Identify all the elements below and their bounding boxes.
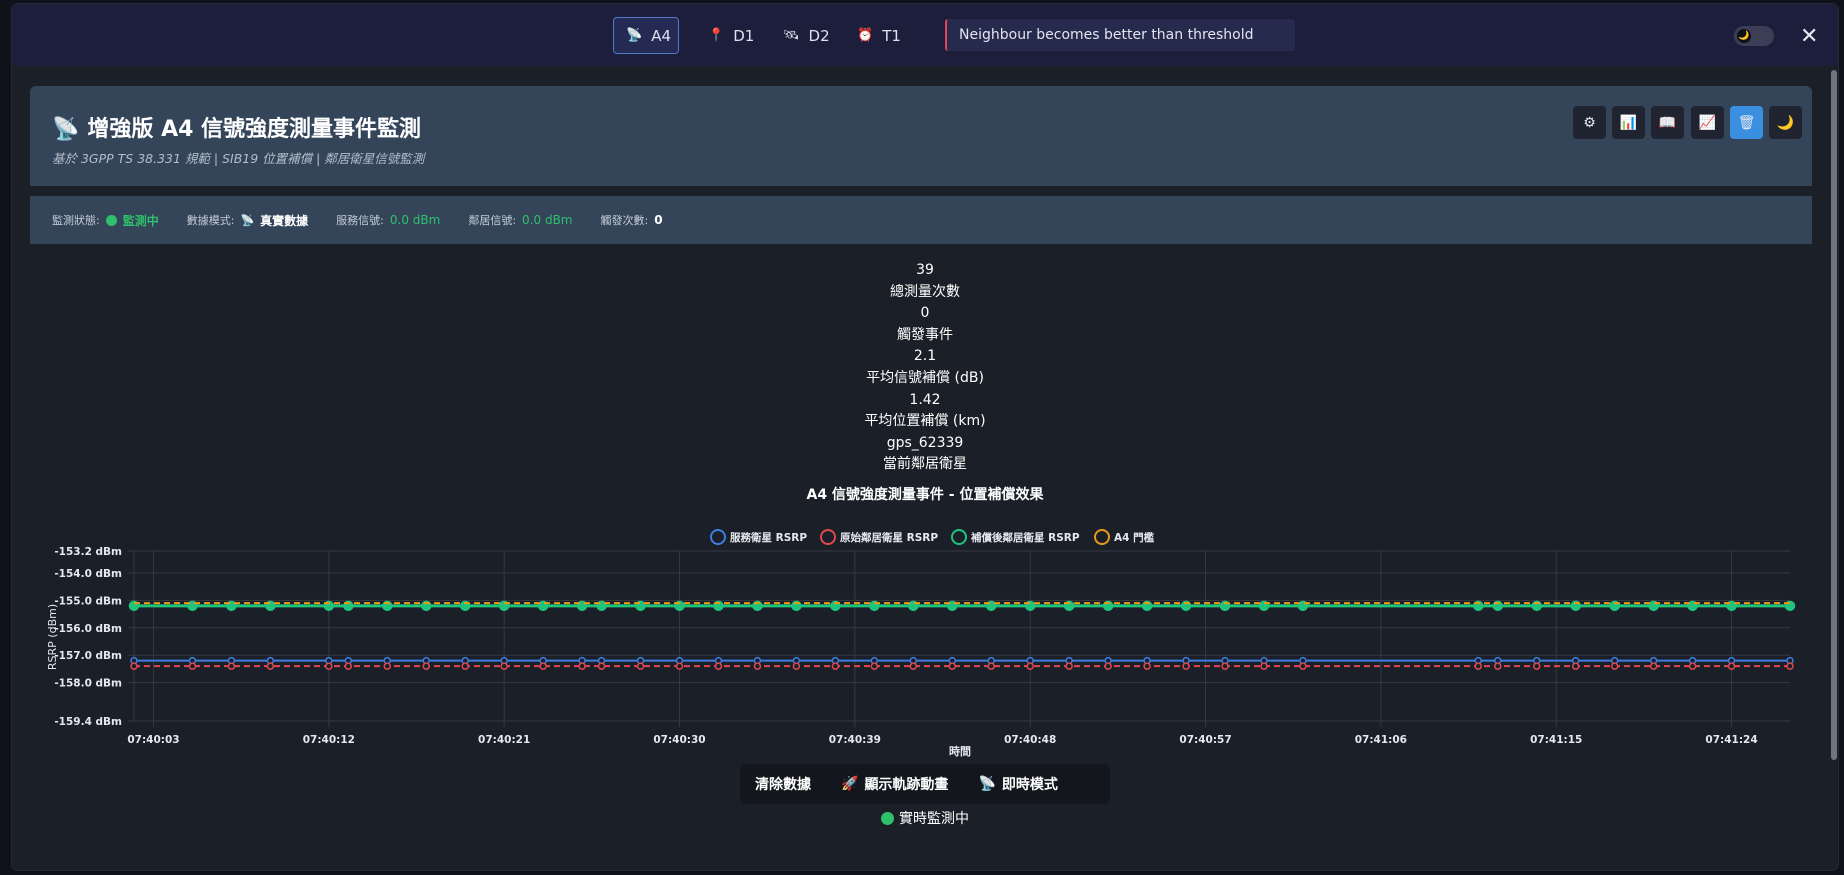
- data-point: [714, 662, 723, 670]
- y-tick-label: -155.0 dBm: [54, 595, 122, 607]
- legend-label: A4 門檻: [1114, 531, 1155, 544]
- data-point: [1688, 662, 1697, 670]
- data-point: [383, 662, 392, 670]
- data-point: [227, 662, 236, 670]
- x-tick-label: 07:41:24: [1705, 734, 1757, 746]
- clear-data-label: 清除數據: [755, 777, 811, 793]
- live-status-text: 實時監測中: [899, 811, 969, 827]
- data-point: [1260, 662, 1268, 670]
- y-tick-label: -159.4 dBm: [54, 716, 122, 728]
- show-trajectory-label: 顯示軌跡動畫: [864, 777, 949, 793]
- data-point: [500, 662, 508, 670]
- data-point: [597, 662, 606, 670]
- data-point: [870, 662, 879, 670]
- clear-data-button[interactable]: 清除數據: [740, 774, 826, 794]
- data-point: [909, 662, 918, 670]
- data-point: [636, 662, 645, 670]
- data-point: [1571, 662, 1580, 670]
- x-tick-label: 07:40:21: [478, 734, 530, 746]
- legend-marker: [1094, 529, 1110, 545]
- data-point: [948, 662, 957, 670]
- y-tick-label: -158.0 dBm: [54, 678, 122, 690]
- scrollbar[interactable]: [1831, 70, 1837, 760]
- data-point: [1727, 662, 1736, 670]
- data-point: [578, 662, 586, 670]
- legend-label: 原始鄰居衛星 RSRP: [840, 531, 938, 544]
- data-point: [130, 662, 138, 670]
- data-point: [1065, 662, 1073, 670]
- data-point: [753, 662, 762, 670]
- satellite-icon: 📡: [978, 776, 996, 792]
- legend-label: 服務衛星 RSRP: [730, 531, 807, 544]
- legend-marker: [820, 529, 836, 545]
- data-point: [1299, 662, 1307, 670]
- data-point: [1143, 662, 1151, 670]
- x-tick-label: 07:40:30: [653, 734, 705, 746]
- data-point: [188, 662, 197, 670]
- live-status: 實時監測中: [12, 808, 1838, 828]
- rsrp-chart: 服務衛星 RSRP 原始鄰居衛星 RSRP 補償後鄰居衛星 RSRP A4 門檻 -1…: [46, 529, 1796, 758]
- legend-label: 補償後鄰居衛星 RSRP: [970, 531, 1080, 544]
- chart-series: [128, 600, 1796, 670]
- data-point: [1474, 662, 1483, 670]
- data-point: [675, 662, 684, 670]
- x-tick-label: 07:40:39: [829, 734, 881, 746]
- data-point: [461, 662, 469, 670]
- chart-controls: 清除數據 🚀 顯示軌跡動畫 📡 即時模式: [740, 764, 1110, 804]
- x-tick-label: 07:40:48: [1004, 734, 1056, 746]
- event-modal: 📡 A4 📍 D1 🛰 D2 ⏰ T1 Neighbour becomes be…: [12, 4, 1838, 870]
- chart-grid: [128, 550, 1790, 727]
- data-point: [1104, 662, 1112, 670]
- data-point: [1221, 662, 1229, 670]
- data-point: [1494, 662, 1502, 670]
- realtime-mode-label: 即時模式: [1001, 777, 1058, 793]
- data-point: [1532, 662, 1541, 670]
- realtime-mode-button[interactable]: 📡 即時模式: [963, 774, 1072, 794]
- rocket-icon: 🚀: [841, 776, 859, 792]
- data-point: [987, 662, 995, 670]
- data-point: [831, 662, 840, 670]
- y-tick-label: -153.2 dBm: [54, 546, 122, 558]
- data-point: [325, 662, 333, 670]
- data-point: [792, 662, 801, 670]
- data-point: [1786, 662, 1794, 670]
- x-tick-label: 07:41:06: [1355, 734, 1407, 746]
- x-tick-label: 07:40:12: [303, 734, 355, 746]
- legend-marker: [951, 529, 967, 545]
- legend-marker: [710, 529, 726, 545]
- y-tick-label: -154.0 dBm: [54, 568, 122, 580]
- data-point: [1026, 662, 1034, 670]
- data-point: [422, 662, 430, 670]
- x-axis: 07:40:03 07:40:12 07:40:21 07:40:30 07:40:39…: [127, 734, 1757, 746]
- data-point: [1649, 662, 1658, 670]
- x-axis-label: 時間: [949, 744, 971, 758]
- x-tick-label: 07:40:57: [1179, 734, 1231, 746]
- x-tick-label: 07:41:15: [1530, 734, 1582, 746]
- y-tick-label: -157.0 dBm: [54, 650, 122, 662]
- chart-legend: 服務衛星 RSRP 原始鄰居衛星 RSRP 補償後鄰居衛星 RSRP A4 門檻: [710, 529, 1155, 545]
- data-point: [1182, 662, 1190, 670]
- y-axis: -153.2 dBm -154.0 dBm -155.0 dBm -156.0 dBm…: [54, 546, 122, 728]
- data-point: [266, 662, 275, 670]
- live-dot-icon: [881, 812, 894, 825]
- data-point: [539, 662, 547, 670]
- y-axis-label: RSRP (dBm): [46, 604, 59, 670]
- data-point: [1610, 662, 1619, 670]
- data-point: [344, 662, 353, 670]
- x-tick-label: 07:40:03: [127, 734, 179, 746]
- y-tick-label: -156.0 dBm: [54, 623, 122, 635]
- show-trajectory-button[interactable]: 🚀 顯示軌跡動畫: [826, 774, 963, 794]
